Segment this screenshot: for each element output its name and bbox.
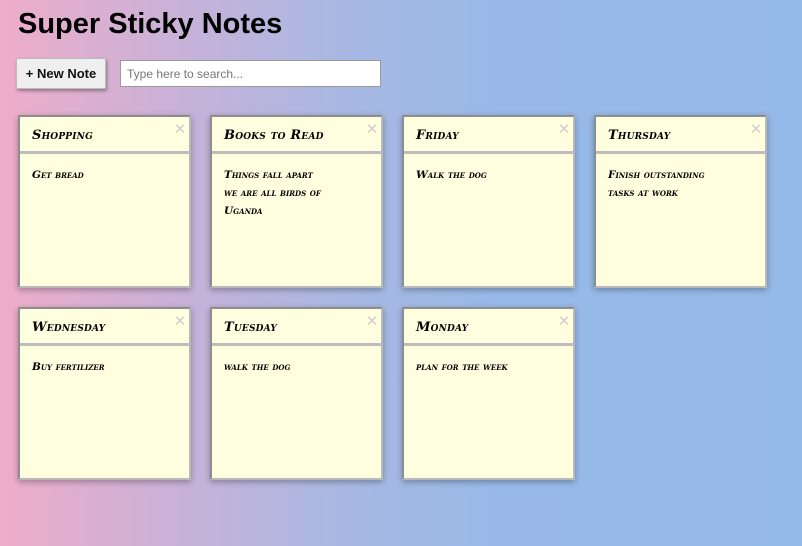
note-body[interactable]: Walk the dog xyxy=(404,154,573,184)
note-thursday[interactable]: Thursday ✕ Finish outstanding tasks at w… xyxy=(594,115,767,288)
notes-grid: Shopping ✕ Get bread Books to Read ✕ Thi… xyxy=(18,115,778,480)
delete-note-icon[interactable]: ✕ xyxy=(365,121,379,137)
note-wednesday[interactable]: Wednesday ✕ Buy fertilizer xyxy=(18,307,191,480)
note-friday[interactable]: Friday ✕ Walk the dog xyxy=(402,115,575,288)
note-title[interactable]: Wednesday xyxy=(20,309,189,346)
note-title[interactable]: Thursday xyxy=(596,117,765,154)
delete-note-icon[interactable]: ✕ xyxy=(557,121,571,137)
app-title: Super Sticky Notes xyxy=(18,8,283,40)
note-body[interactable]: Buy fertilizer xyxy=(20,346,189,376)
note-body[interactable]: Finish outstanding tasks at work xyxy=(596,154,765,202)
note-title[interactable]: Shopping xyxy=(20,117,189,154)
note-body[interactable]: Things fall apart we are all birds of Ug… xyxy=(212,154,381,220)
note-books-to-read[interactable]: Books to Read ✕ Things fall apart we are… xyxy=(210,115,383,288)
note-title[interactable]: Monday xyxy=(404,309,573,346)
delete-note-icon[interactable]: ✕ xyxy=(173,121,187,137)
note-body[interactable]: Get bread xyxy=(20,154,189,184)
delete-note-icon[interactable]: ✕ xyxy=(173,313,187,329)
delete-note-icon[interactable]: ✕ xyxy=(749,121,763,137)
note-body[interactable]: plan for the week xyxy=(404,346,573,376)
note-shopping[interactable]: Shopping ✕ Get bread xyxy=(18,115,191,288)
note-title[interactable]: Books to Read xyxy=(212,117,381,154)
search-input[interactable] xyxy=(120,60,381,87)
note-body[interactable]: walk the dog xyxy=(212,346,381,376)
note-tuesday[interactable]: Tuesday ✕ walk the dog xyxy=(210,307,383,480)
delete-note-icon[interactable]: ✕ xyxy=(557,313,571,329)
note-title[interactable]: Friday xyxy=(404,117,573,154)
delete-note-icon[interactable]: ✕ xyxy=(365,313,379,329)
new-note-button[interactable]: + New Note xyxy=(16,58,106,89)
note-title[interactable]: Tuesday xyxy=(212,309,381,346)
note-monday[interactable]: Monday ✕ plan for the week xyxy=(402,307,575,480)
